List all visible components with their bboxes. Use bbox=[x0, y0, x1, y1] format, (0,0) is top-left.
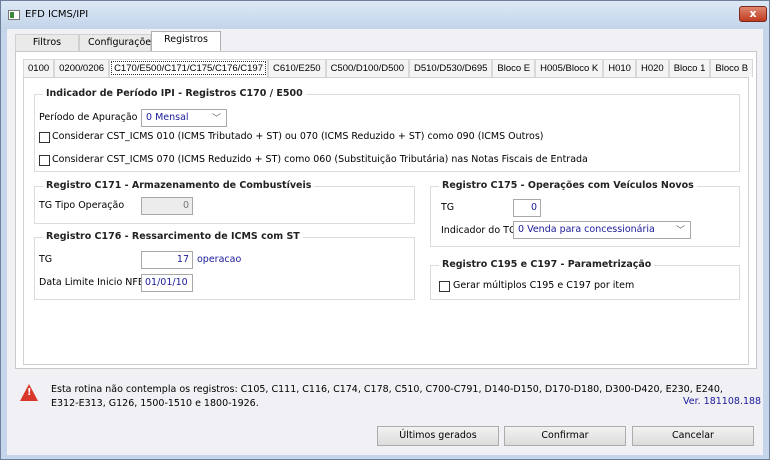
confirmar-button[interactable]: Confirmar bbox=[504, 426, 626, 446]
tab-configuracoes[interactable]: Configurações bbox=[79, 34, 156, 51]
check1-label[interactable]: Considerar CST_ICMS 010 (ICMS Tributado … bbox=[52, 131, 544, 142]
group-c171-title: Registro C171 - Armazenamento de Combust… bbox=[43, 180, 315, 191]
inner-tabs: 0100 0200/0206 C170/E500/C171/C175/C176/… bbox=[23, 59, 754, 77]
group-c176: Registro C176 - Ressarcimento de ICMS co… bbox=[34, 231, 415, 300]
data-limite-input[interactable]: 01/01/10 bbox=[141, 274, 193, 292]
c195-label[interactable]: Gerar múltiplos C195 e C197 por item bbox=[453, 280, 634, 291]
check2-label[interactable]: Considerar CST_ICMS 070 (ICMS Reduzido +… bbox=[52, 154, 588, 165]
cancelar-button[interactable]: Cancelar bbox=[632, 426, 754, 446]
tab-bloco-1[interactable]: Bloco 1 bbox=[668, 59, 711, 77]
group-c171: Registro C171 - Armazenamento de Combust… bbox=[34, 180, 415, 224]
check2-checkbox[interactable] bbox=[39, 155, 50, 166]
tab-0100[interactable]: 0100 bbox=[23, 59, 55, 77]
chevron-down-icon: ﹀ bbox=[211, 114, 221, 124]
periodo-label: Período de Apuração bbox=[39, 112, 138, 123]
tab-0200[interactable]: 0200/0206 bbox=[54, 59, 110, 77]
c170-page: Indicador de Período IPI - Registros C17… bbox=[23, 77, 749, 365]
group-ipi-title: Indicador de Período IPI - Registros C17… bbox=[43, 88, 306, 99]
tab-d510[interactable]: D510/D530/D695 bbox=[408, 59, 493, 77]
indicador-to-value: 0 Venda para concessionária bbox=[518, 224, 655, 235]
c176-tg-label: TG bbox=[39, 254, 53, 265]
tab-bloco-e[interactable]: Bloco E bbox=[492, 59, 536, 77]
title-bar: EFD ICMS/IPI x bbox=[1, 1, 769, 29]
group-c195-title: Registro C195 e C197 - Parametrização bbox=[439, 259, 655, 270]
c176-tg-input[interactable]: 17 bbox=[141, 251, 193, 269]
warning-line-2: E312-E313, G126, 1500-1510 e 1800-1926. bbox=[51, 398, 259, 409]
window: EFD ICMS/IPI x Filtros Configurações Reg… bbox=[0, 0, 770, 460]
tab-h010[interactable]: H010 bbox=[603, 59, 636, 77]
warning-icon: ! bbox=[20, 384, 38, 401]
tab-c170[interactable]: C170/E500/C171/C175/C176/C197 bbox=[109, 59, 269, 77]
periodo-value: 0 Mensal bbox=[146, 112, 189, 123]
ultimos-gerados-button[interactable]: Últimos gerados bbox=[377, 426, 499, 446]
dialog-body: Filtros Configurações Registros 0100 020… bbox=[7, 29, 763, 455]
group-c175-title: Registro C175 - Operações com Veículos N… bbox=[439, 180, 697, 191]
group-ipi: Indicador de Período IPI - Registros C17… bbox=[34, 88, 740, 172]
group-c195: Registro C195 e C197 - Parametrização Ge… bbox=[430, 259, 740, 300]
check1-checkbox[interactable] bbox=[39, 132, 50, 143]
app-icon bbox=[8, 10, 20, 20]
c175-tg-label: TG bbox=[441, 202, 455, 213]
periodo-select[interactable]: 0 Mensal ﹀ bbox=[141, 109, 227, 127]
group-c175: Registro C175 - Operações com Veículos N… bbox=[430, 180, 740, 247]
close-button[interactable]: x bbox=[739, 6, 767, 22]
c171-tg-input[interactable]: 0 bbox=[141, 197, 193, 215]
window-title: EFD ICMS/IPI bbox=[25, 9, 89, 20]
group-c176-title: Registro C176 - Ressarcimento de ICMS co… bbox=[43, 231, 303, 242]
c176-tg-description: operacao bbox=[197, 254, 242, 265]
c171-tg-label: TG Tipo Operação bbox=[39, 200, 125, 211]
chevron-down-icon: ﹀ bbox=[675, 226, 685, 236]
indicador-to-label: Indicador do TO bbox=[441, 225, 517, 236]
tab-h020[interactable]: H020 bbox=[635, 59, 669, 77]
tab-bloco-b[interactable]: Bloco B bbox=[710, 59, 754, 77]
warning-line-1: Esta rotina não contempla os registros: … bbox=[51, 384, 723, 395]
tab-h005[interactable]: H005/Bloco K bbox=[535, 59, 604, 77]
version-label: Ver. 181108.188 bbox=[683, 396, 762, 407]
c195-checkbox[interactable] bbox=[439, 281, 450, 292]
tab-c610[interactable]: C610/E250 bbox=[268, 59, 326, 77]
tab-c500[interactable]: C500/D100/D500 bbox=[325, 59, 409, 77]
tab-filtros[interactable]: Filtros bbox=[15, 34, 79, 51]
c175-tg-input[interactable]: 0 bbox=[513, 199, 541, 217]
registros-page: 0100 0200/0206 C170/E500/C171/C175/C176/… bbox=[15, 51, 757, 369]
tab-registros[interactable]: Registros bbox=[151, 31, 221, 52]
data-limite-label: Data Limite Inicio NFE bbox=[39, 277, 144, 288]
indicador-to-select[interactable]: 0 Venda para concessionária ﹀ bbox=[513, 221, 691, 239]
